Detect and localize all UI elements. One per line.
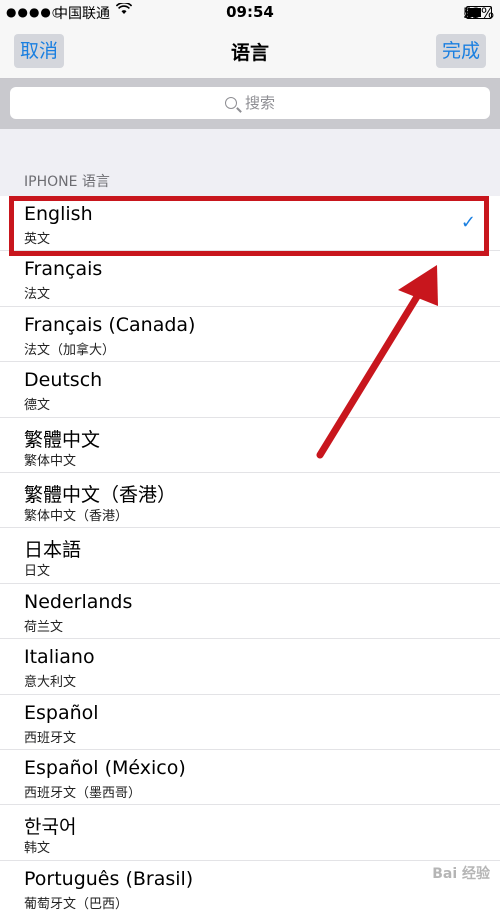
watermark: Bai 经验 <box>432 866 490 882</box>
annotation-arrow-icon <box>316 265 438 459</box>
language-translation: 葡萄牙文（巴西） <box>24 896 129 912</box>
